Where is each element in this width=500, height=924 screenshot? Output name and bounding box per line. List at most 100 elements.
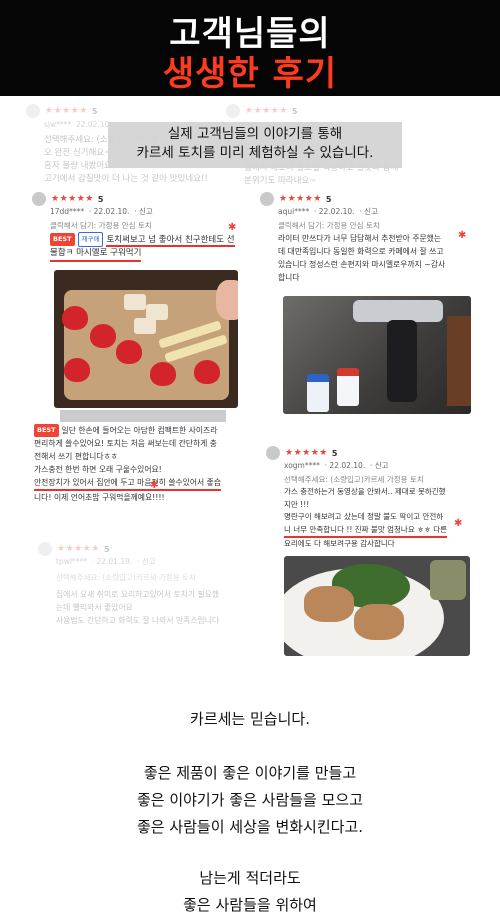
review-author: 17dd****: [50, 207, 85, 216]
photo-detail: [304, 586, 354, 622]
rating-score: 5: [325, 194, 332, 204]
header-title-line2: 생생한 후기: [162, 54, 338, 94]
review-line: 는데 빨리와서 좋았어요: [56, 603, 133, 612]
review-meta: sjw**** 22.02.10.: [44, 120, 112, 129]
header-banner: 고객님들의 생생한 후기: [0, 0, 500, 96]
report-link[interactable]: 신고: [142, 557, 156, 566]
review-header: ★★★★★ 5: [266, 446, 337, 460]
review-option: 클릭해서 담기: 가정용 안심 토치: [50, 221, 152, 230]
intro-caption-line1: 실제 고객님들의 이야기를 통해: [167, 126, 343, 142]
review-option: 선택해주세요: (소량입고)카르세 가정용 토치: [284, 475, 424, 484]
photo-detail: [150, 362, 176, 386]
review-line: 물함ㅋ 마시멜로 구워먹기: [50, 247, 142, 262]
review-line: 명란구이 해보려고 샀는데 정말 불도 딱이고 안전하: [284, 512, 444, 521]
avatar: [260, 192, 274, 206]
review-line: 가스 충전하는거 동영상을 안봐서.. 제대로 못하긴했: [284, 487, 446, 496]
review-collage: ★★★★★ 5 sjw**** 22.02.10. 선택해주세요: (소량입고)…: [20, 96, 480, 656]
review-line: 지만 !!!: [284, 499, 310, 509]
review-meta: 17dd**** · 22.02.10. · 신고: [50, 207, 153, 216]
review-date: 22.01.19.: [96, 557, 133, 566]
review-line: 전해서 쓰기 편합니다ㅎㅎ: [34, 452, 118, 461]
review-photo-torch: [283, 296, 471, 414]
star-rating: ★★★★★: [45, 106, 88, 116]
review-line: 니 너무 만족합니다 !! 진짜 불맛 엄청나요 ㅎㅎ 다른: [284, 524, 448, 538]
review-line: 집에서 요새 취미로 요리하고있어서 토치가 필요했: [56, 590, 220, 599]
review-line: 라이터 만쓰다가 너무 답답해서 추천받아 주문했는: [278, 234, 442, 243]
message-line-3: 좋은 이야기가 좋은 사람들을 모으고: [136, 791, 364, 809]
avatar: [226, 104, 240, 118]
photo-detail: [353, 300, 443, 322]
star-rating: ★★★★★: [57, 544, 100, 554]
photo-detail: [90, 324, 116, 348]
review-line: 가스충전 한번 하면 오래 구울수있어요!: [34, 465, 162, 474]
review-date: 22.02.10.: [329, 461, 366, 470]
rating-score: 5: [291, 106, 298, 116]
avatar: [32, 192, 46, 206]
photo-detail: [430, 560, 466, 600]
review-line: 일단 한손에 들어오는 아담한 컴팩트한 사이즈라: [61, 426, 218, 435]
best-badge: BEST: [34, 424, 59, 437]
best-badge: BEST: [50, 233, 75, 246]
rating-score: 5: [91, 106, 98, 116]
intro-caption-line2: 카르세 토치를 미리 체험하실 수 있습니다.: [136, 145, 374, 161]
photo-detail: [354, 604, 404, 640]
message-line-4: 좋은 사람들이 세상을 변화시킨다고.: [136, 818, 364, 836]
photo-detail: [216, 280, 238, 320]
review-body: BEST 재구매 토치써보고 넘 좋아서 친구한테도 선 물함ㅋ 마시멜로 구워먹기: [50, 232, 235, 262]
review-body: 가스 충전하는거 동영상을 안봐서.. 제대로 못하긴했 지만 !!! 명란구이…: [284, 486, 448, 551]
report-link[interactable]: 신고: [139, 207, 153, 216]
review-photo-dish: [284, 556, 470, 656]
review-card-3: BEST 일단 한손에 들어오는 아담한 컴팩트한 사이즈라 편리하게 쓸수있어요…: [30, 422, 266, 526]
avatar: [38, 542, 52, 556]
highlight-sparkle-icon: ✱: [454, 518, 463, 529]
avatar: [266, 446, 280, 460]
message-line-1: 카르세는 믿습니다.: [190, 710, 310, 728]
review-header: ★★★★★ 5: [26, 104, 97, 118]
review-meta: aqui**** · 22.02.10. · 신고: [278, 207, 378, 216]
photo-detail: [194, 360, 220, 384]
review-date: 22.02.10.: [75, 120, 112, 129]
review-line: 합니다: [278, 273, 300, 282]
review-author: xogm****: [284, 461, 320, 470]
review-date: 22.02.10.: [93, 207, 130, 216]
avatar: [26, 104, 40, 118]
photo-detail: [447, 316, 471, 406]
review-author: aqui****: [278, 207, 310, 216]
rating-score: 5: [103, 544, 110, 554]
photo-detail: [62, 306, 88, 330]
review-header: ★★★★★ 5: [32, 192, 103, 206]
message-line-2: 좋은 제품이 좋은 이야기를 만들고: [143, 764, 357, 782]
star-rating: ★★★★★: [245, 106, 288, 116]
repurchase-badge: 재구매: [77, 232, 104, 247]
review-option: 선택해주세요: (소량입고)카르세 가정용 토치: [56, 573, 196, 582]
star-rating: ★★★★★: [279, 194, 322, 204]
star-rating: ★★★★★: [51, 194, 94, 204]
review-card-4: ★★★★★ 5 xogm**** · 22.02.10. · 신고 선택해주세요…: [266, 446, 476, 556]
photo-detail: [337, 368, 359, 406]
report-link[interactable]: 신고: [364, 207, 378, 216]
review-header: ★★★★★ 5: [260, 192, 331, 206]
review-line: 안전장치가 있어서 집안에 두고 마음편히 쓸수있어서 좋습: [34, 476, 222, 491]
review-line: 데 대만족입니다 동일한 화력으로 카페에서 잘 쓰고: [278, 247, 444, 256]
photo-detail: [307, 374, 329, 412]
review-date: 22.02.10.: [318, 207, 355, 216]
highlight-sparkle-icon: ✱: [150, 480, 159, 491]
review-line: 편리하게 쓸수있어요! 토치는 처음 써보는데 간단하게 충: [34, 439, 217, 448]
report-link[interactable]: 신고: [375, 461, 389, 470]
review-line: 고기에서 감칠맛이 더 나는 것 같아 맛있네요!!: [44, 174, 208, 184]
highlight-sparkle-icon: ✱: [228, 222, 237, 233]
review-card-2: ★★★★★ 5 aqui**** · 22.02.10. · 신고 클릭해서 담…: [260, 192, 474, 296]
review-photo-strawberry-plate: [54, 270, 238, 408]
review-line: 토치써보고 넘 좋아서 친구한테도 선: [106, 235, 235, 247]
review-body: 집에서 요새 취미로 요리하고있어서 토치가 필요했 는데 빨리와서 좋았어요 …: [56, 588, 219, 627]
review-meta: tpwl**** · 22.01.19. · 신고: [56, 557, 156, 566]
review-option: 클릭해서 담기: 가정용 안심 토치: [278, 221, 380, 230]
rating-score: 5: [97, 194, 104, 204]
photo-detail: [124, 294, 146, 310]
intro-caption: 실제 고객님들의 이야기를 통해 카르세 토치를 미리 체험하실 수 있습니다.: [108, 122, 402, 168]
review-author: sjw****: [44, 120, 72, 129]
photo-detail: [64, 358, 90, 382]
message-line-5: 남는게 적더라도: [199, 869, 301, 887]
review-line: 있습니다 정성스런 손편지와 마시멜로우까지 ~감사: [278, 260, 446, 269]
star-rating: ★★★★★: [285, 448, 328, 458]
